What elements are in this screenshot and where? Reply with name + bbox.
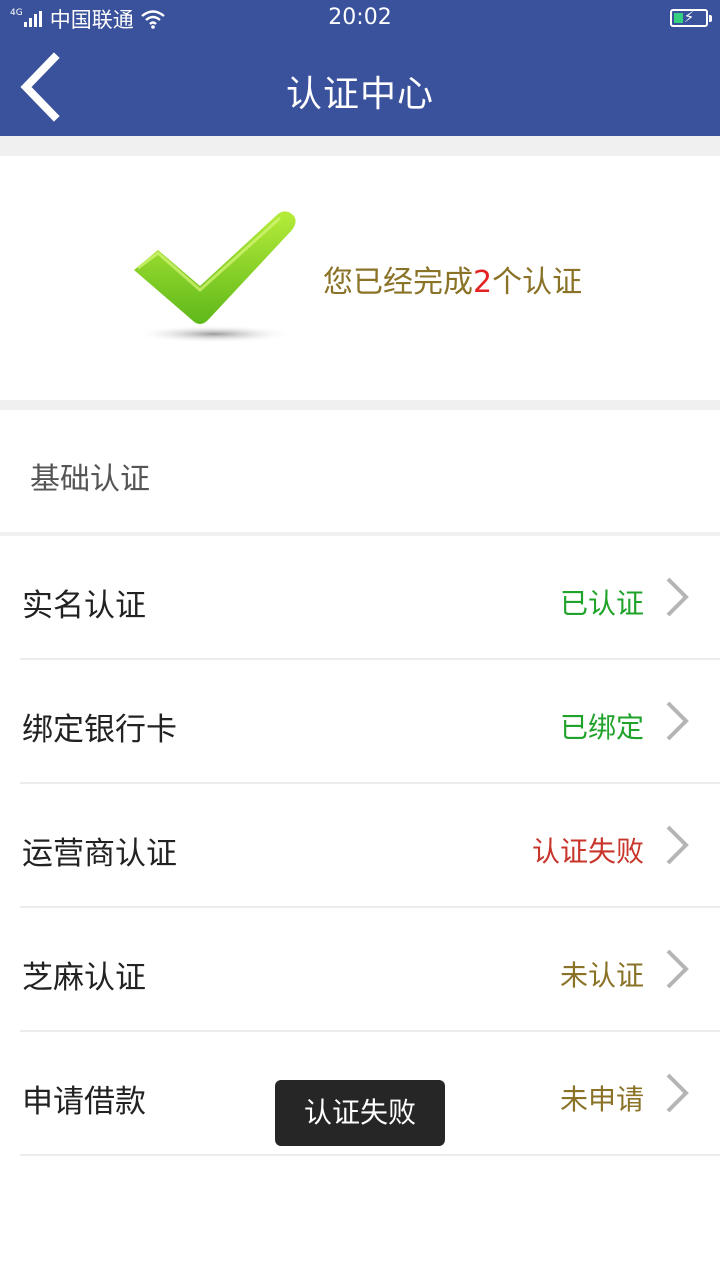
completed-count: 2: [473, 265, 493, 300]
divider: [0, 136, 720, 156]
section-header: 基础认证: [0, 410, 720, 532]
completed-prefix: 您已经完成: [323, 265, 473, 300]
item-status: 已认证: [559, 587, 644, 620]
divider: [0, 400, 720, 410]
status-bar: 4G 中国联通 20:02 ⚡: [0, 0, 720, 38]
toast-message: 认证失败: [275, 1080, 445, 1146]
battery-icon: ⚡: [670, 8, 712, 27]
list-item-zhima[interactable]: 芝麻认证 未认证: [0, 908, 720, 1032]
checkmark-icon: [134, 211, 296, 343]
status-time: 20:02: [328, 5, 392, 30]
completed-suffix: 个认证: [492, 265, 583, 300]
page-title: 认证中心: [285, 74, 434, 115]
item-label: 绑定银行卡: [22, 712, 177, 748]
list-item-bank-card[interactable]: 绑定银行卡 已绑定: [0, 660, 720, 784]
chevron-right-icon: [666, 701, 689, 741]
item-status: 未申请: [559, 1083, 644, 1116]
item-label: 芝麻认证: [22, 960, 146, 996]
item-label: 运营商认证: [22, 836, 177, 872]
item-status: 已绑定: [559, 711, 644, 744]
item-label: 实名认证: [22, 588, 146, 624]
app-header: 4G 中国联通 20:02 ⚡ 认证中心: [0, 0, 720, 136]
chevron-right-icon: [666, 577, 689, 617]
item-status: 认证失败: [531, 835, 644, 868]
list-item-real-name[interactable]: 实名认证 已认证: [0, 536, 720, 660]
chevron-right-icon: [666, 825, 689, 865]
verification-summary: 您已经完成2个认证: [0, 156, 720, 400]
list-item-carrier[interactable]: 运营商认证 认证失败: [0, 784, 720, 908]
nav-bar: 认证中心: [0, 40, 720, 136]
section-title: 基础认证: [30, 462, 150, 497]
item-label: 申请借款: [22, 1084, 146, 1120]
row-divider: [20, 1154, 720, 1156]
completed-count-text: 您已经完成2个认证: [323, 257, 582, 301]
chevron-right-icon: [666, 1073, 689, 1113]
chevron-right-icon: [666, 949, 689, 989]
item-status: 未认证: [559, 959, 644, 992]
